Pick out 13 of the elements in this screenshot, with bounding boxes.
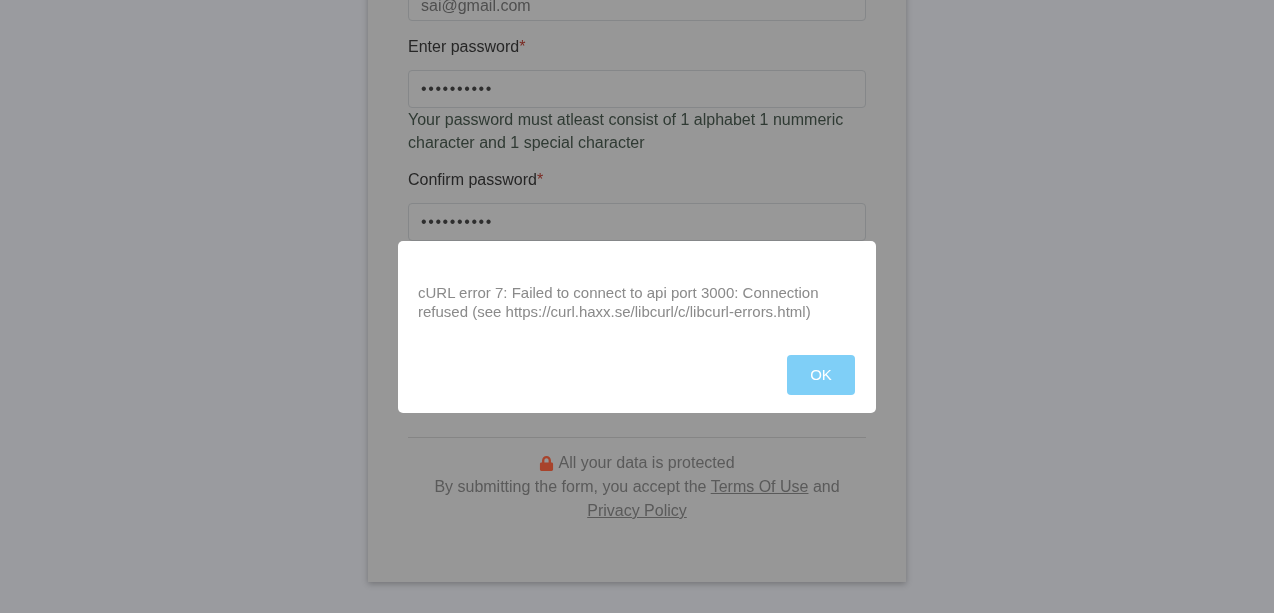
terms-link[interactable]: Terms Of Use <box>710 478 809 495</box>
lock-icon <box>539 455 555 471</box>
consent-text: By submitting the form, you accept the Terms Of Use and Privacy Policy <box>433 477 841 521</box>
field-label: Enter password* <box>408 37 526 57</box>
password-field[interactable]: •••••••••• <box>408 203 866 241</box>
field-label: Confirm password* <box>408 170 544 190</box>
privacy-link[interactable]: Privacy Policy <box>587 502 687 519</box>
error-message: cURL error 7: Failed to connect to api port 3000: Connection refused (see https://curl.haxx.se/libcurl/c/libcurl-errors.html) <box>418 283 820 321</box>
email-field[interactable]: sai@gmail.com <box>408 0 866 21</box>
security-note: All your data is protected <box>558 453 735 473</box>
password-field[interactable]: •••••••••• <box>408 70 866 108</box>
ok-button[interactable]: OK <box>787 355 855 395</box>
password-hint: Your password must atleast consist of 1 alphabet 1 nummeric character and 1 special character <box>408 110 845 153</box>
